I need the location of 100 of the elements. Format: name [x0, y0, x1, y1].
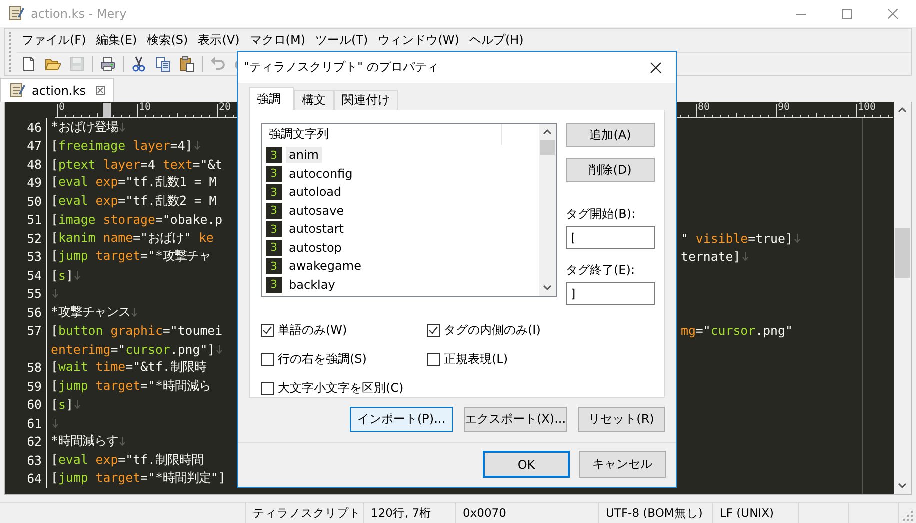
scrollbar-thumb[interactable]	[540, 140, 555, 155]
line-number: 55	[26, 286, 43, 302]
style-badge: 3	[266, 166, 282, 182]
list-item[interactable]: backlay	[286, 276, 338, 293]
tab-label: action.ks	[32, 84, 86, 98]
input-field[interactable]: ]	[566, 282, 655, 305]
list-item[interactable]: autostart	[286, 221, 347, 238]
line-number: 52	[26, 230, 43, 246]
checkbox[interactable]	[427, 324, 440, 337]
menu-item[interactable]: 編集(E)	[91, 32, 142, 49]
style-badge: 3	[266, 276, 282, 293]
menu-item[interactable]: 表示(V)	[193, 32, 245, 49]
line-number: 56	[26, 304, 43, 320]
status-text: ティラノスクリプト	[253, 506, 361, 520]
checkbox[interactable]	[261, 324, 274, 337]
maximize-icon[interactable]	[842, 8, 852, 18]
checkbox-label: 単語のみ(W)	[278, 322, 348, 339]
list-item[interactable]: autostop	[286, 240, 345, 256]
button[interactable]: リセット(R)	[578, 407, 665, 432]
checkbox[interactable]	[261, 382, 274, 395]
tab[interactable]: 構文	[294, 90, 334, 110]
menu-item[interactable]: ファイル(F)	[17, 32, 92, 49]
code-line: [jump target="*攻撃チャ	[51, 248, 211, 266]
checkbox-label: 大文字小文字を区別(C)	[278, 380, 404, 397]
button[interactable]: エクスポート(X)...	[464, 407, 567, 432]
scrollbar-thumb[interactable]	[895, 228, 910, 278]
status-text: LF (UNIX)	[720, 506, 774, 520]
code-line: [eval exp="tf.乱数1 = M	[51, 174, 217, 192]
line-number: 54	[26, 268, 43, 283]
button[interactable]: 追加(A)	[566, 123, 655, 147]
style-badge: 3	[266, 240, 282, 256]
scroll-down-icon[interactable]	[543, 285, 552, 291]
line-number: 57	[26, 323, 43, 338]
copy-icon[interactable]	[155, 56, 171, 72]
code-line: [image storage="obake.p	[51, 212, 223, 228]
list-item[interactable]: autosave	[286, 202, 348, 219]
checkbox[interactable]	[427, 353, 440, 366]
code-line: [wait time="&tf.制限時	[51, 359, 206, 376]
scroll-up-icon[interactable]	[543, 129, 552, 135]
close-icon[interactable]	[650, 62, 662, 74]
checkbox-label: タグの内側のみ(I)	[444, 322, 541, 339]
checkbox-label: 行の右を強調(S)	[278, 351, 367, 368]
line-number: 62	[26, 434, 43, 450]
code-line: enterimg="cursor.png"]	[51, 342, 216, 357]
code-line: *時間減らす	[51, 433, 118, 450]
code-line: " visible=true]	[681, 230, 793, 246]
code-line: *攻撃チャンス	[51, 304, 130, 321]
dialog-title: "ティラノスクリプト" のプロパティ	[244, 59, 439, 76]
window-title: action.ks - Mery	[31, 6, 127, 20]
scissors-icon[interactable]	[131, 56, 147, 72]
status-text: 0x0070	[463, 506, 506, 520]
line-number: 58	[26, 360, 43, 376]
button[interactable]: インポート(P)...	[350, 407, 453, 432]
file-tab[interactable]: action.ks	[0, 78, 114, 102]
code-line: [button graphic="toumei	[51, 323, 223, 338]
code-line: *おばけ登場	[51, 118, 118, 136]
code-line: mg="cursor.png"	[681, 323, 793, 338]
ruler-label: 100	[858, 102, 876, 114]
code-line: [s]	[51, 268, 74, 283]
code-line: [eval exp="tf.制限時間	[51, 452, 204, 469]
resize-grip-icon	[903, 511, 913, 521]
code-line: [ptext layer=4 text="&t	[51, 156, 223, 172]
style-badge: 3	[266, 221, 282, 238]
scroll-down-icon[interactable]	[898, 483, 907, 489]
checkbox[interactable]	[261, 353, 274, 366]
list-item[interactable]: autoconfig	[286, 166, 356, 182]
list-box[interactable]: 強調文字列 3 anim 3 autoconfig 3 autoload 3 autosave 3 autostart 3 autostop 3 awakegame 3 backlay	[261, 123, 557, 297]
button[interactable]: OK	[483, 451, 570, 478]
column-header[interactable]: 強調文字列	[269, 126, 329, 143]
menu-item[interactable]: マクロ(M)	[244, 32, 310, 49]
new-document-icon[interactable]	[21, 56, 37, 72]
code-line: [freeimage layer=4]	[51, 138, 193, 154]
line-number: 47	[26, 138, 43, 154]
status-text: UTF-8 (BOM無し)	[606, 506, 703, 520]
list-item[interactable]: autoload	[286, 184, 345, 200]
menu-item[interactable]: ヘルプ(H)	[464, 32, 529, 49]
tab[interactable]: 強調	[249, 87, 294, 110]
line-number: 50	[26, 194, 43, 209]
menu-item[interactable]: ツール(T)	[310, 32, 374, 49]
menu-item[interactable]: 検索(S)	[142, 32, 194, 49]
ruler-label: 20	[219, 102, 232, 114]
code-line: [jump target="*時間減ら	[51, 378, 211, 395]
printer-icon[interactable]	[100, 56, 116, 72]
input-field[interactable]: [	[566, 226, 655, 249]
list-item[interactable]: awakegame	[286, 258, 364, 274]
clipboard-icon[interactable]	[179, 56, 195, 72]
button[interactable]: 削除(D)	[566, 158, 655, 182]
line-number: 51	[26, 212, 43, 228]
line-number: 64	[26, 471, 43, 486]
status-text: 120行, 7桁	[371, 506, 432, 520]
button[interactable]: キャンセル	[579, 451, 666, 478]
style-badge: 3	[266, 184, 282, 200]
list-item[interactable]: anim	[286, 147, 322, 164]
tab[interactable]: 関連付け	[334, 90, 398, 110]
code-line: [eval exp="tf.乱数2 = M	[51, 192, 217, 210]
checkbox-label: 正規表現(L)	[444, 351, 508, 368]
menu-item[interactable]: ウィンドウ(W)	[373, 32, 464, 49]
code-line: ternate]	[681, 249, 741, 264]
scroll-up-icon[interactable]	[898, 107, 907, 113]
ruler-label: 80	[698, 102, 710, 114]
